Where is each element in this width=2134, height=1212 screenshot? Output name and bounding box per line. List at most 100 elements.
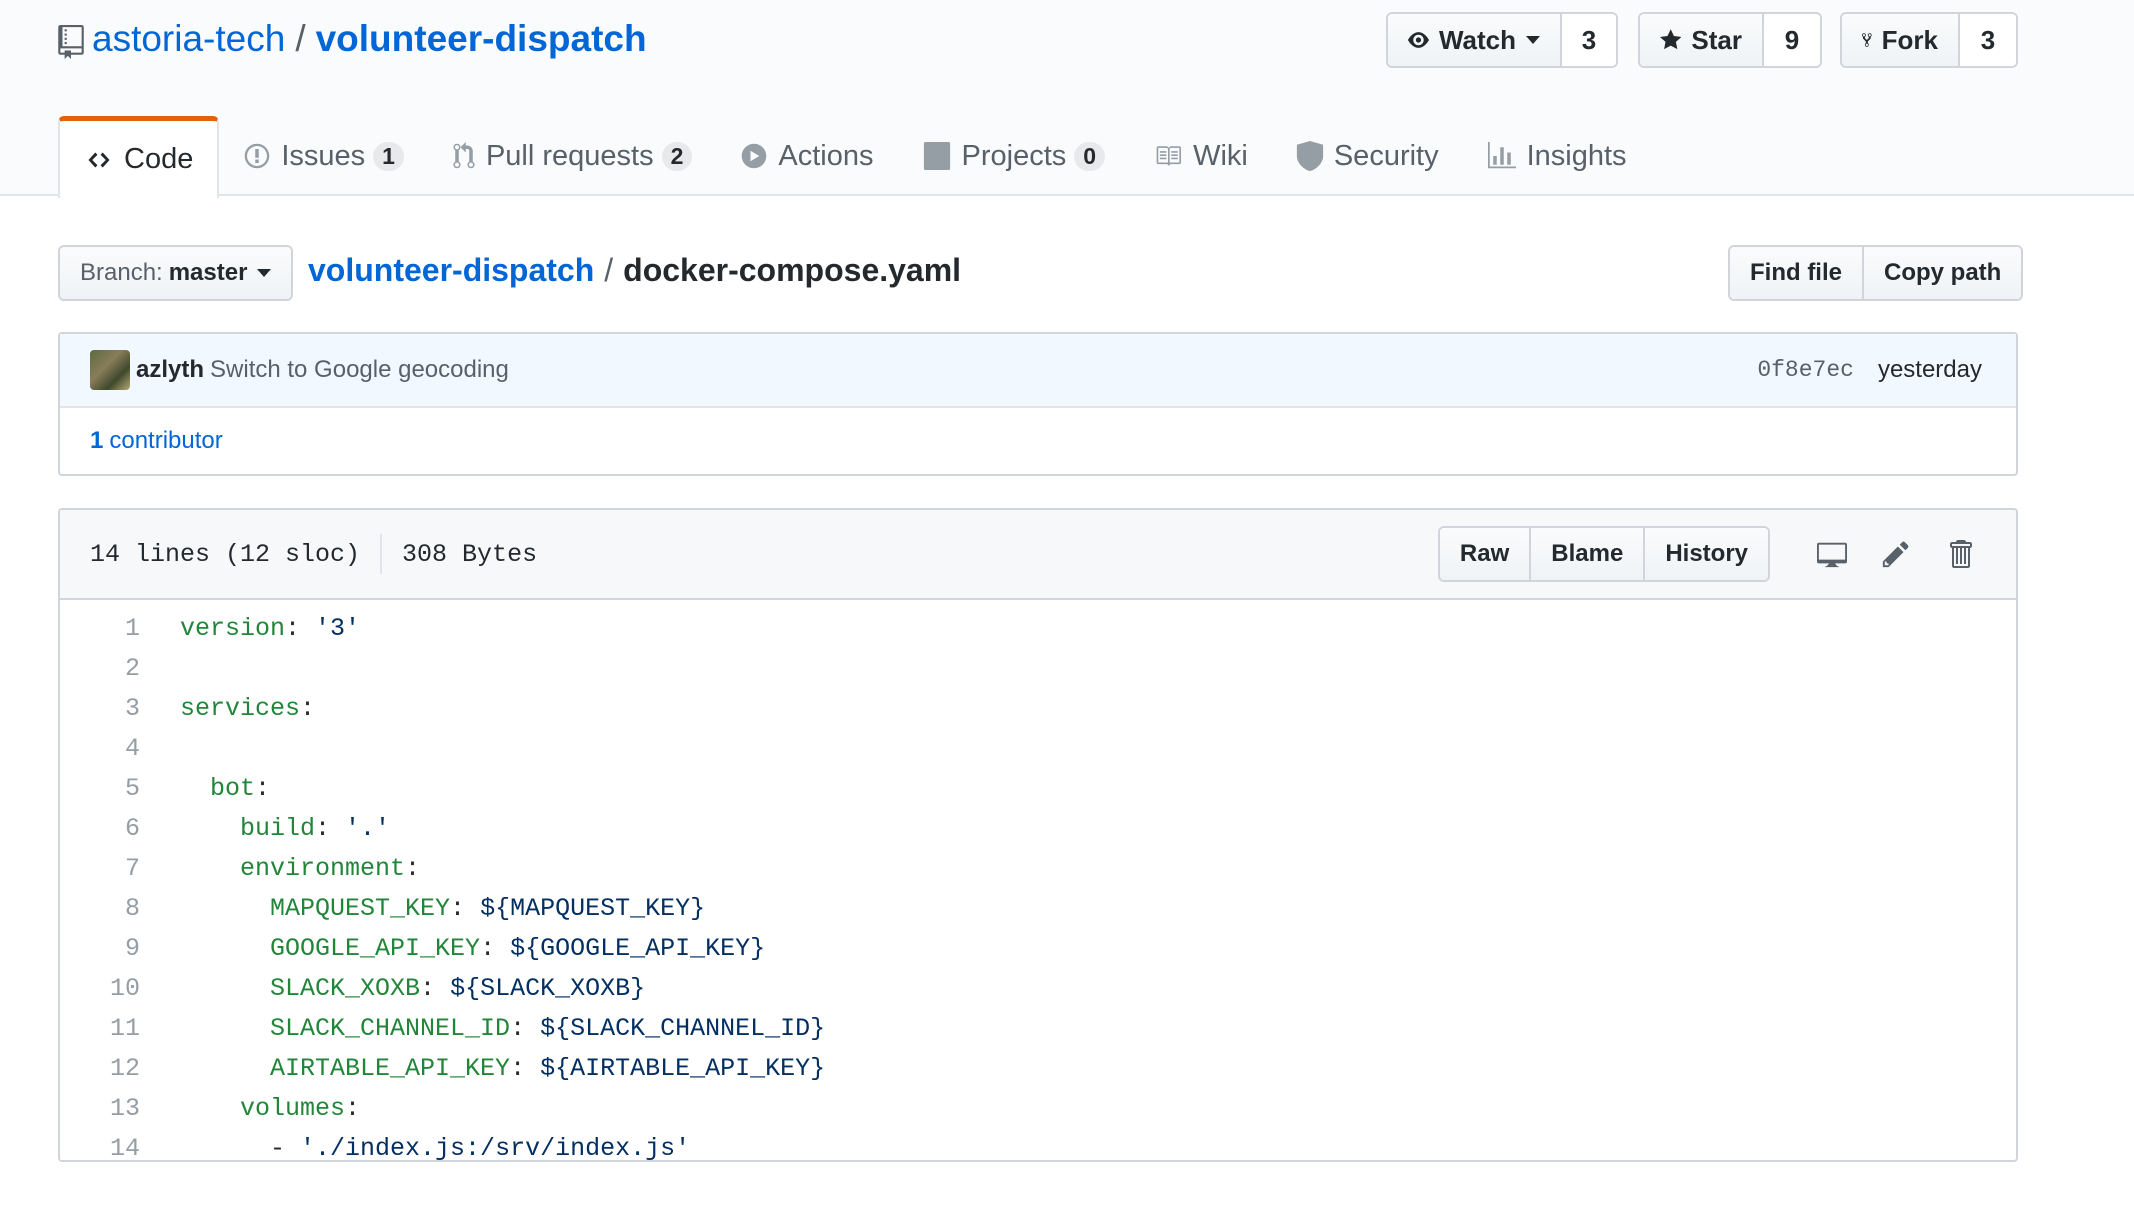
tab-actions-label: Actions [778,139,874,172]
code-line: 7 environment: [60,848,2016,888]
tab-pull-requests-label: Pull requests [485,139,654,172]
line-content: volumes: [140,1094,360,1123]
code-line: 12 AIRTABLE_API_KEY: ${AIRTABLE_API_KEY} [60,1048,2016,1088]
graph-icon [1487,142,1516,169]
yaml-key: volumes [240,1093,346,1123]
yaml-value: ${SLACK_CHANNEL_ID} [540,1013,826,1043]
tab-security[interactable]: Security [1272,116,1463,196]
star-count[interactable]: 9 [1764,14,1820,66]
line-content: MAPQUEST_KEY: ${MAPQUEST_KEY} [140,894,705,923]
breadcrumb-repo-link[interactable]: volunteer-dispatch [308,252,594,289]
line-number[interactable]: 7 [60,854,140,883]
contributors-link[interactable]: 1 contributor [60,408,2016,474]
tab-code-label: Code [124,143,194,175]
star-button[interactable]: Star [1640,14,1764,66]
fork-group: Fork 3 [1840,12,2018,68]
repo-name-link[interactable]: volunteer-dispatch [316,18,647,60]
tab-wiki[interactable]: Wiki [1129,116,1272,196]
yaml-key: GOOGLE_API_KEY [270,933,481,963]
line-number[interactable]: 4 [60,734,140,763]
commit-message[interactable]: Switch to Google geocoding [210,356,509,384]
tab-issues-label: Issues [281,139,366,172]
commit-sha[interactable]: 0f8e7ec [1757,357,1854,383]
line-content: version: '3' [140,614,360,643]
fork-button[interactable]: Fork [1842,14,1960,66]
raw-button[interactable]: Raw [1439,528,1532,580]
yaml-value: ${SLACK_XOXB} [450,973,646,1003]
tab-security-label: Security [1333,139,1439,172]
line-number[interactable]: 14 [60,1134,140,1161]
tab-actions[interactable]: Actions [716,116,897,196]
line-number[interactable]: 8 [60,894,140,923]
watch-button[interactable]: Watch [1388,14,1562,66]
line-content: environment: [140,854,420,883]
line-content: services: [140,694,315,723]
line-number[interactable]: 1 [60,614,140,643]
commit-tease: azlyth Switch to Google geocoding 0f8e7e… [58,332,2018,476]
history-button[interactable]: History [1645,528,1768,580]
yaml-key: environment [240,853,406,883]
branch-selector[interactable]: Branch: master [58,245,294,301]
line-number[interactable]: 3 [60,694,140,723]
eye-icon [1408,32,1429,48]
commit-author[interactable]: azlyth [136,356,204,384]
edit-file-button[interactable] [1874,532,1918,576]
tab-code[interactable]: Code [58,116,220,198]
code-line: 13 volumes: [60,1088,2016,1128]
code-line: 6 build: '.' [60,808,2016,848]
line-number[interactable]: 10 [60,974,140,1003]
yaml-value: ${GOOGLE_API_KEY} [510,933,766,963]
watch-label: Watch [1438,24,1516,55]
line-number[interactable]: 11 [60,1014,140,1043]
yaml-key: MAPQUEST_KEY [270,893,451,923]
line-number[interactable]: 13 [60,1094,140,1123]
fork-icon [1862,33,1872,47]
open-desktop-button[interactable] [1810,532,1854,576]
blame-button[interactable]: Blame [1531,528,1646,580]
line-number[interactable]: 9 [60,934,140,963]
file-nav-buttons: Find file Copy path [1728,245,2024,301]
line-number[interactable]: 2 [60,654,140,683]
avatar[interactable] [90,350,130,390]
code-icon [88,152,110,167]
code-line: 2 [60,648,2016,688]
line-content: SLACK_CHANNEL_ID: ${SLACK_CHANNEL_ID} [140,1014,825,1043]
tab-insights[interactable]: Insights [1463,116,1651,196]
trash-icon [1950,540,1972,568]
watch-count[interactable]: 3 [1562,14,1616,66]
line-number[interactable]: 6 [60,814,140,843]
yaml-separator: : [285,613,316,643]
find-file-button[interactable]: Find file [1730,247,1864,299]
line-content: GOOGLE_API_KEY: ${GOOGLE_API_KEY} [140,934,765,963]
code-line: 11 SLACK_CHANNEL_ID: ${SLACK_CHANNEL_ID} [60,1008,2016,1048]
yaml-separator: : [510,1053,541,1083]
yaml-key: bot [210,773,256,803]
issues-counter: 1 [373,141,404,171]
tab-pull-requests[interactable]: Pull requests 2 [428,116,716,196]
delete-file-button[interactable] [1938,532,1982,576]
line-number[interactable]: 12 [60,1054,140,1083]
repo-owner-link[interactable]: astoria-tech [92,18,285,60]
file-info-divider [380,534,383,574]
yaml-separator: : [405,853,421,883]
file-actions: Raw Blame History [1437,526,1982,582]
line-content: SLACK_XOXB: ${SLACK_XOXB} [140,974,645,1003]
yaml-key: version [180,613,286,643]
repo-nav: Code Issues 1 Pull requests 2 Actions Pr… [58,116,1651,198]
code-line: 9 GOOGLE_API_KEY: ${GOOGLE_API_KEY} [60,928,2016,968]
line-number[interactable]: 5 [60,774,140,803]
yaml-value: ${AIRTABLE_API_KEY} [540,1053,826,1083]
copy-path-button[interactable]: Copy path [1864,247,2022,299]
tab-projects[interactable]: Projects 0 [898,116,1130,196]
pull-requests-counter: 2 [661,141,693,171]
tab-issues[interactable]: Issues 1 [219,116,428,196]
fork-count[interactable]: 3 [1960,14,2016,66]
code-block: 1 version: '3' 2 3 services: 4 5 bot: 6 build: … [60,600,2016,1161]
yaml-separator: : [480,933,511,963]
